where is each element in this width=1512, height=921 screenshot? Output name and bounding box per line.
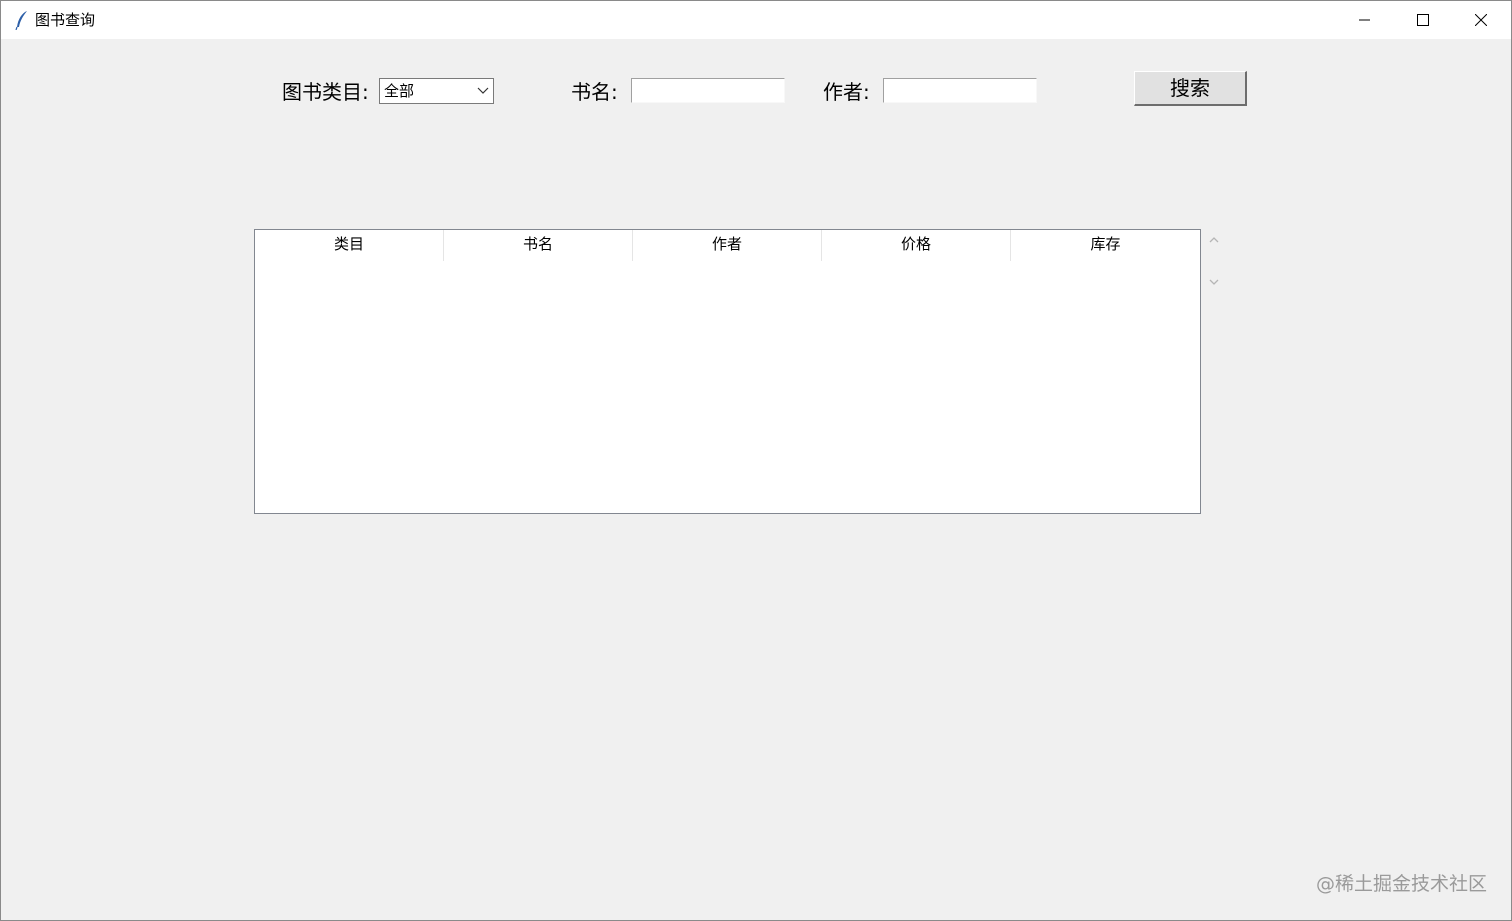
table-header: 类目 书名 作者 价格 库存 [255, 230, 1200, 261]
results-table[interactable]: 类目 书名 作者 价格 库存 [254, 229, 1201, 514]
close-button[interactable] [1452, 1, 1510, 39]
feather-icon [15, 11, 27, 30]
column-header-author[interactable]: 作者 [633, 230, 822, 261]
table-scrollbar[interactable] [1204, 229, 1224, 514]
column-header-book-name[interactable]: 书名 [444, 230, 633, 261]
app-window: 图书查询 图书类目: 全部 书名: 作者: 搜索 类目 书名 作者 价格 库存 … [0, 0, 1512, 921]
category-label: 图书类目: [282, 80, 369, 104]
scroll-up-icon[interactable] [1208, 235, 1220, 245]
author-label: 作者: [823, 80, 870, 104]
window-title: 图书查询 [35, 11, 96, 29]
column-header-category[interactable]: 类目 [255, 230, 444, 261]
watermark: @稀土掘金技术社区 [1315, 873, 1487, 895]
chevron-down-icon [477, 87, 489, 94]
maximize-icon [1417, 14, 1429, 26]
scroll-down-icon[interactable] [1208, 277, 1220, 287]
column-header-price[interactable]: 价格 [822, 230, 1011, 261]
close-icon [1475, 14, 1487, 26]
category-select-value: 全部 [384, 82, 415, 100]
search-button[interactable]: 搜索 [1134, 71, 1247, 106]
minimize-icon [1359, 19, 1370, 21]
author-input[interactable] [883, 78, 1037, 103]
category-select[interactable]: 全部 [379, 78, 494, 104]
title-bar[interactable]: 图书查询 [1, 1, 1511, 39]
minimize-button[interactable] [1336, 1, 1394, 39]
book-name-label: 书名: [571, 80, 618, 104]
book-name-input[interactable] [631, 78, 785, 103]
maximize-button[interactable] [1394, 1, 1452, 39]
column-header-stock[interactable]: 库存 [1011, 230, 1200, 261]
